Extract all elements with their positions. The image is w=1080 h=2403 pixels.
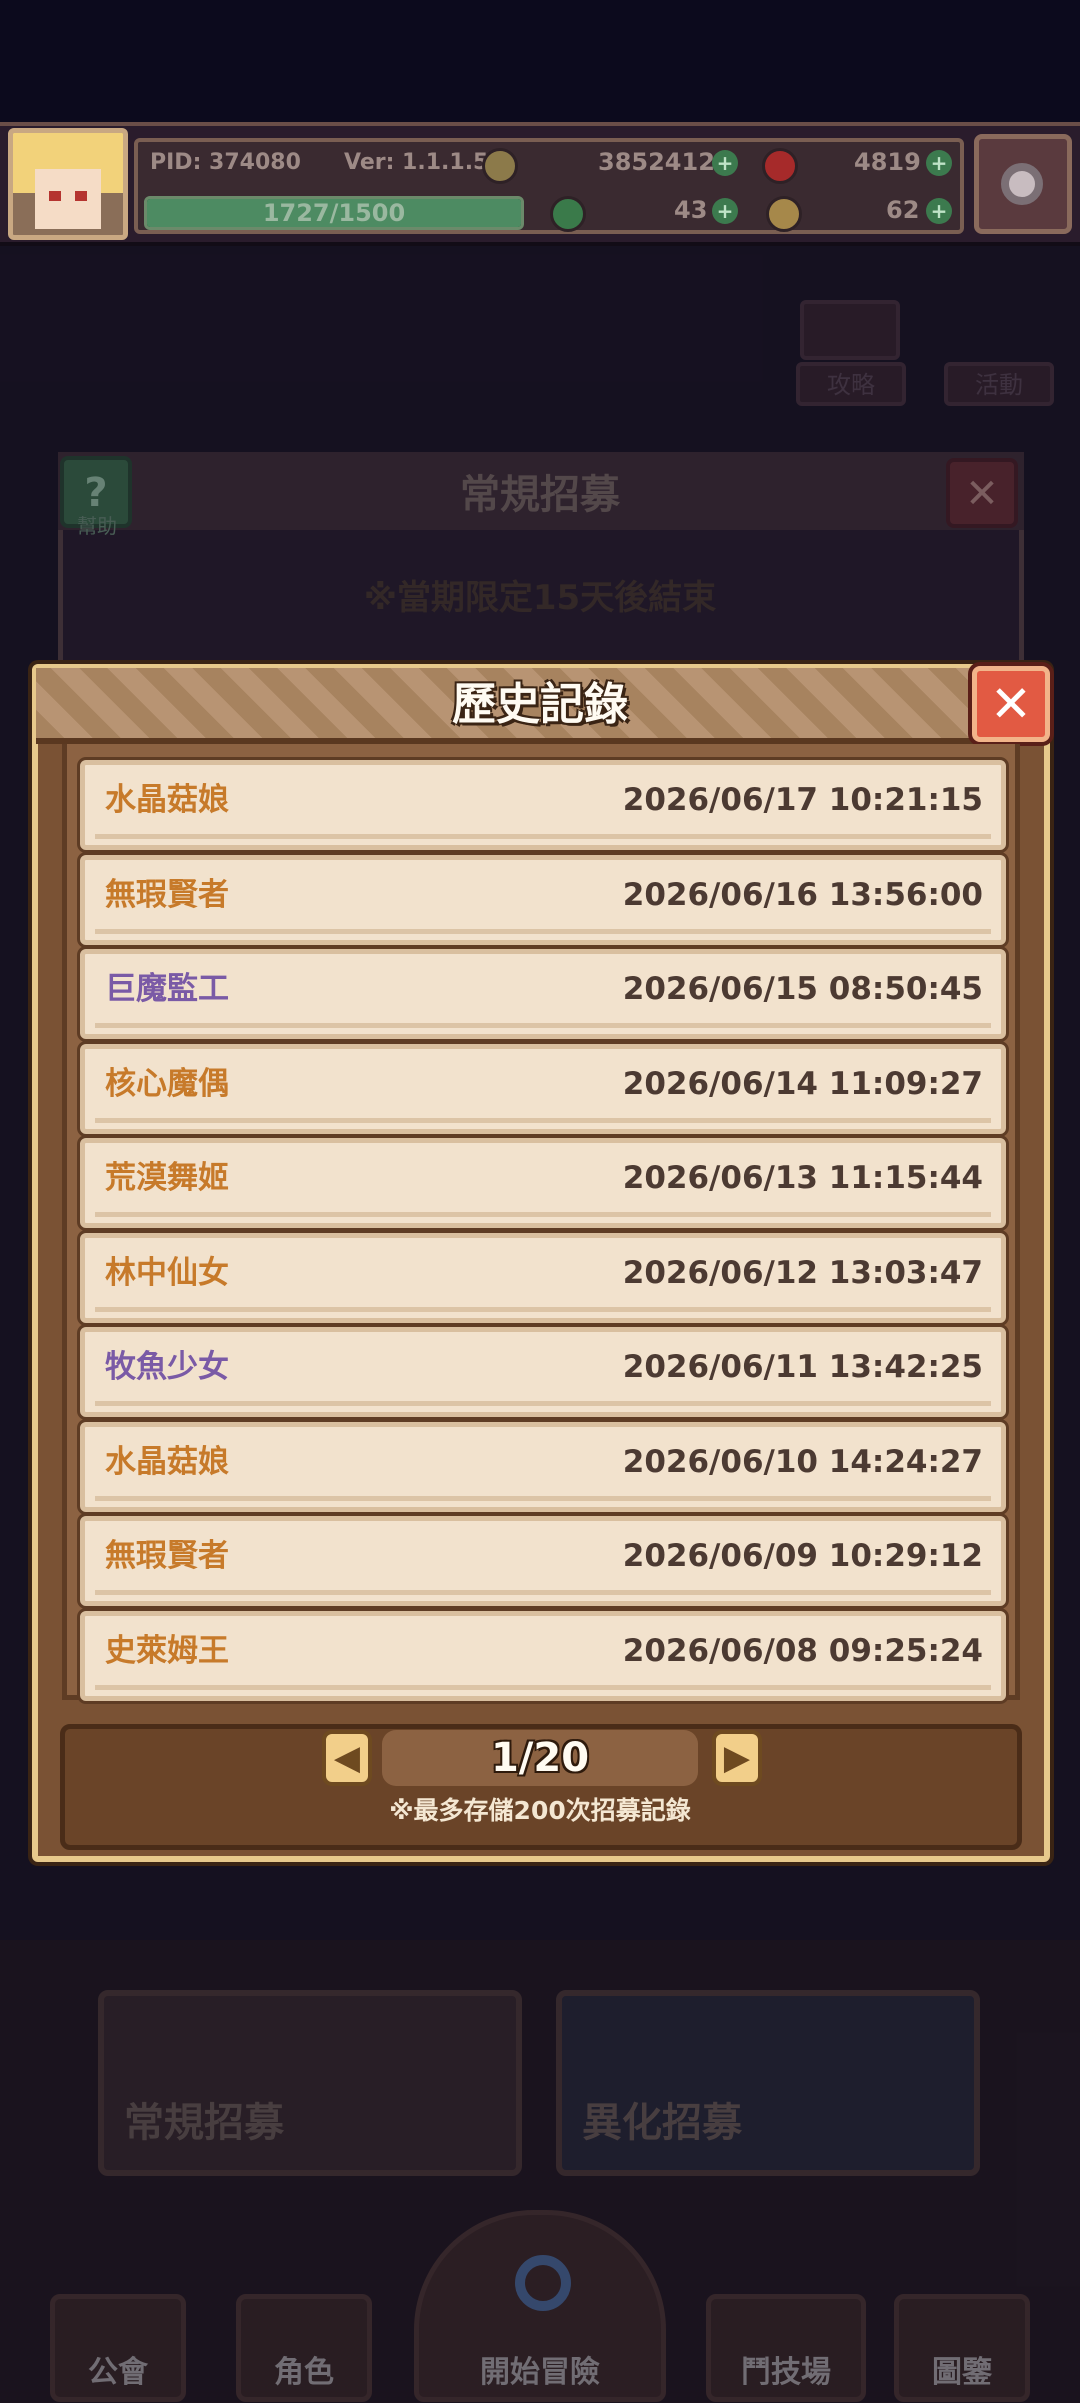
history-row: 無瑕賢者 2026/06/16 13:56:00 (80, 855, 1006, 945)
player-avatar[interactable] (8, 128, 128, 240)
add-fist-icon[interactable]: + (926, 198, 952, 224)
character-name: 無瑕賢者 (105, 877, 229, 913)
character-name: 水晶菇娘 (105, 782, 229, 818)
recruit-timestamp: 2026/06/12 13:03:47 (622, 1255, 983, 1291)
recruit-timestamp: 2026/06/08 09:25:24 (622, 1633, 983, 1669)
history-row: 無瑕賢者 2026/06/09 10:29:12 (80, 1516, 1006, 1606)
history-row: 巨魔監工 2026/06/15 08:50:45 (80, 949, 1006, 1039)
chevron-right-icon: ▶ (723, 1738, 751, 1778)
recruit-timestamp: 2026/06/14 11:09:27 (622, 1066, 983, 1102)
close-button[interactable]: ✕ (972, 666, 1050, 742)
history-modal-title: 歷史記錄 (452, 679, 628, 730)
settings-button[interactable] (974, 134, 1072, 234)
clover-icon (550, 196, 586, 232)
clover-amount: 43 (674, 196, 708, 224)
history-row: 水晶菇娘 2026/06/17 10:21:15 (80, 760, 1006, 850)
add-clover-icon[interactable]: + (712, 198, 738, 224)
history-row: 核心魔偶 2026/06/14 11:09:27 (80, 1044, 1006, 1134)
history-row: 史萊姆王 2026/06/08 09:25:24 (80, 1611, 1006, 1701)
add-gem-icon[interactable]: + (926, 150, 952, 176)
recruit-timestamp: 2026/06/11 13:42:25 (622, 1349, 983, 1385)
history-row: 荒漠舞姬 2026/06/13 11:15:44 (80, 1138, 1006, 1228)
gear-icon (1001, 163, 1043, 205)
character-name: 史萊姆王 (105, 1633, 229, 1669)
xp-bar: 1727/1500 (144, 196, 524, 230)
fist-icon (766, 196, 802, 232)
character-name: 巨魔監工 (105, 971, 229, 1007)
gold-coin-icon (482, 148, 518, 184)
character-name: 水晶菇娘 (105, 1444, 229, 1480)
add-gold-icon[interactable]: + (712, 150, 738, 176)
recruit-timestamp: 2026/06/09 10:29:12 (622, 1538, 983, 1574)
character-name: 荒漠舞姬 (105, 1160, 229, 1196)
storage-note: ※最多存儲200次招募記錄 (389, 1796, 691, 1825)
close-icon: ✕ (990, 675, 1032, 733)
character-name: 林中仙女 (105, 1255, 229, 1291)
recruit-timestamp: 2026/06/15 08:50:45 (622, 971, 983, 1007)
recruit-timestamp: 2026/06/13 11:15:44 (622, 1160, 983, 1196)
player-id: PID: 374080 (150, 150, 301, 175)
recruit-timestamp: 2026/06/17 10:21:15 (622, 782, 983, 818)
character-name: 牧魚少女 (105, 1349, 229, 1385)
gold-amount: 3852412 (598, 148, 715, 176)
page-indicator: 1/20 (382, 1730, 698, 1786)
next-page-button[interactable]: ▶ (712, 1730, 762, 1786)
version-label: Ver: 1.1.1.5 (344, 150, 489, 175)
history-row: 牧魚少女 2026/06/11 13:42:25 (80, 1327, 1006, 1417)
recruit-timestamp: 2026/06/16 13:56:00 (622, 877, 983, 913)
xp-text: 1727/1500 (262, 199, 406, 227)
recruit-timestamp: 2026/06/10 14:24:27 (622, 1444, 983, 1480)
character-name: 核心魔偶 (105, 1066, 229, 1102)
prev-page-button[interactable]: ◀ (322, 1730, 372, 1786)
history-row: 水晶菇娘 2026/06/10 14:24:27 (80, 1422, 1006, 1512)
ruby-icon (762, 148, 798, 184)
history-row: 林中仙女 2026/06/12 13:03:47 (80, 1233, 1006, 1323)
gem-amount: 4819 (854, 148, 921, 176)
chevron-left-icon: ◀ (333, 1738, 361, 1778)
character-name: 無瑕賢者 (105, 1538, 229, 1574)
fist-amount: 62 (886, 196, 920, 224)
